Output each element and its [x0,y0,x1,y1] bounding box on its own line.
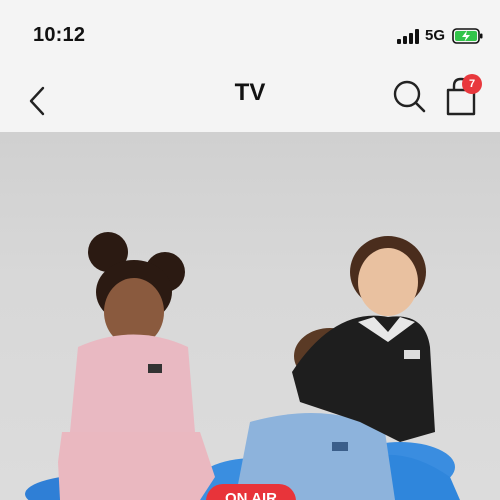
on-air-badge: ON AIR [206,484,296,500]
battery-charging-icon [452,28,483,44]
cart-button[interactable]: 7 [440,74,484,118]
cart-count-badge: 7 [462,74,482,94]
search-icon [393,80,426,113]
cellular-signal-icon [397,29,419,44]
search-button[interactable] [390,77,428,115]
status-bar: 10:12 5G [0,0,500,70]
status-time: 10:12 [33,24,86,46]
back-button[interactable] [22,78,52,124]
navigation-bar: TV 7 [0,70,500,132]
hero-photo-kids [25,232,460,500]
live-broadcast-banner[interactable]: ON AIR [0,132,500,500]
network-type: 5G [425,27,446,44]
chevron-left-icon [29,86,45,116]
